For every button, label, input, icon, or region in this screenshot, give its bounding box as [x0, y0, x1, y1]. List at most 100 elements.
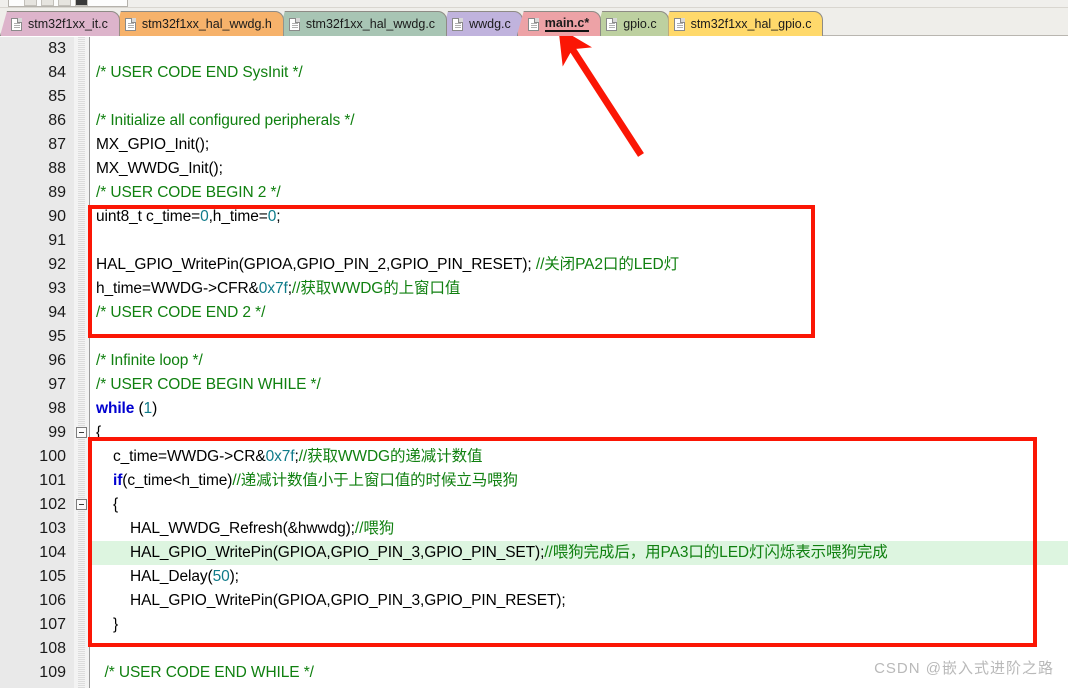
code-line[interactable]: 83: [0, 37, 1068, 61]
line-number: 85: [48, 88, 66, 105]
line-number: 103: [39, 520, 66, 537]
code-line-text: {: [113, 496, 119, 513]
code-line[interactable]: 95: [0, 325, 1068, 349]
code-line[interactable]: 102 {: [0, 493, 1068, 517]
line-number: 98: [48, 400, 66, 417]
document-icon: [606, 17, 618, 31]
code-line-text: /* USER CODE END SysInit */: [96, 64, 303, 81]
editor-tab-stm32f1xx-hal-wwdg-h[interactable]: stm32f1xx_hal_wwdg.h: [113, 11, 284, 36]
code-line[interactable]: 91: [0, 229, 1068, 253]
code-line-text: /* USER CODE BEGIN 2 */: [96, 184, 281, 201]
tab-label: gpio.c: [623, 17, 657, 31]
code-line[interactable]: 101 if(c_time<h_time)//递减计数值小于上窗口值的时候立马喂狗: [0, 469, 1068, 493]
line-number: 108: [39, 640, 66, 657]
code-line[interactable]: 84 /* USER CODE END SysInit */: [0, 61, 1068, 85]
code-line[interactable]: 97 /* USER CODE BEGIN WHILE */: [0, 373, 1068, 397]
code-editor-window: stm32f1xx_it.c stm32f1xx_hal_wwdg.h stm32f…: [0, 0, 1068, 688]
editor-tab-stm32f1xx-it-c[interactable]: stm32f1xx_it.c: [0, 11, 120, 36]
code-line[interactable]: 103 HAL_WWDG_Refresh(&hwwdg);//喂狗: [0, 517, 1068, 541]
code-line[interactable]: 104 HAL_GPIO_WritePin(GPIOA,GPIO_PIN_3,GP…: [0, 541, 1068, 565]
document-icon: [673, 17, 685, 31]
code-line[interactable]: 88 MX_WWDG_Init();: [0, 157, 1068, 181]
line-number: 109: [39, 664, 66, 681]
tab-list: stm32f1xx_it.c stm32f1xx_hal_wwdg.h stm32f…: [0, 8, 824, 36]
code-line[interactable]: 90 uint8_t c_time=0,h_time=0;: [0, 205, 1068, 229]
editor-tab-stm32f1xx-hal-wwdg-c[interactable]: stm32f1xx_hal_wwdg.c: [277, 11, 448, 36]
editor-tab-bar: stm32f1xx_it.c stm32f1xx_hal_wwdg.h stm32f…: [0, 8, 1068, 36]
editor-tab-gpio-c[interactable]: gpio.c: [595, 11, 669, 36]
line-number: 84: [48, 64, 66, 81]
code-line-text: h_time=WWDG->CFR&0x7f;//获取WWDG的上窗口值: [96, 280, 461, 297]
code-line[interactable]: 99 {: [0, 421, 1068, 445]
tab-label: stm32f1xx_hal_gpio.c: [690, 17, 812, 31]
code-line[interactable]: 106 HAL_GPIO_WritePin(GPIOA,GPIO_PIN_3,GP…: [0, 589, 1068, 613]
code-line[interactable]: 96 /* Infinite loop */: [0, 349, 1068, 373]
line-number: 101: [39, 472, 66, 489]
code-line-text: uint8_t c_time=0,h_time=0;: [96, 208, 281, 225]
line-number: 94: [48, 304, 66, 321]
code-line-text: MX_GPIO_Init();: [96, 136, 210, 153]
tab-label: stm32f1xx_it.c: [28, 17, 108, 31]
code-line-text: }: [113, 616, 119, 633]
tab-label: main.c*: [544, 16, 590, 32]
code-line[interactable]: 94 /* USER CODE END 2 */: [0, 301, 1068, 325]
line-number: 92: [48, 256, 66, 273]
line-number: 104: [39, 544, 66, 561]
code-line[interactable]: 92 HAL_GPIO_WritePin(GPIOA,GPIO_PIN_2,GPI…: [0, 253, 1068, 277]
line-number: 102: [39, 496, 66, 513]
document-icon: [124, 17, 136, 31]
code-line[interactable]: 85: [0, 85, 1068, 109]
code-line-text: if(c_time<h_time)//递减计数值小于上窗口值的时候立马喂狗: [113, 472, 518, 489]
document-icon: [527, 17, 539, 31]
line-number: 89: [48, 184, 66, 201]
line-number: 90: [48, 208, 66, 225]
line-number: 87: [48, 136, 66, 153]
code-line[interactable]: 93 h_time=WWDG->CFR&0x7f;//获取WWDG的上窗口值: [0, 277, 1068, 301]
code-line-text: /* USER CODE BEGIN WHILE */: [96, 376, 321, 393]
line-number: 88: [48, 160, 66, 177]
code-line-text: c_time=WWDG->CR&0x7f;//获取WWDG的递减计数值: [113, 448, 483, 465]
line-number: 86: [48, 112, 66, 129]
line-number: 106: [39, 592, 66, 609]
code-line-text: /* USER CODE END WHILE */: [104, 664, 314, 681]
toolbar-button-2[interactable]: [41, 0, 54, 6]
code-line-text: HAL_GPIO_WritePin(GPIOA,GPIO_PIN_2,GPIO_…: [96, 256, 679, 273]
line-number: 107: [39, 616, 66, 633]
code-line[interactable]: 100 c_time=WWDG->CR&0x7f;//获取WWDG的递减计数值: [0, 445, 1068, 469]
document-icon: [11, 17, 22, 31]
editor-tab-wwdg-c[interactable]: wwdg.c: [441, 11, 523, 36]
code-line-text: /* USER CODE END 2 */: [96, 304, 266, 321]
code-line-text: while (1): [96, 400, 158, 417]
tab-label: wwdg.c: [469, 17, 511, 31]
toolbar-button-1[interactable]: [24, 0, 37, 6]
toolbar-buttons-group[interactable]: [24, 0, 96, 6]
line-number: 93: [48, 280, 66, 297]
tab-label: stm32f1xx_hal_wwdg.h: [141, 17, 272, 31]
line-number: 97: [48, 376, 66, 393]
code-line[interactable]: 86 /* Initialize all configured periphera…: [0, 109, 1068, 133]
code-line-text: HAL_Delay(50);: [130, 568, 239, 585]
document-icon: [452, 17, 464, 31]
csdn-watermark: CSDN @嵌入式进阶之路: [874, 660, 1054, 677]
code-line[interactable]: 107}: [0, 613, 1068, 637]
fold-collapse-icon[interactable]: [76, 499, 87, 510]
code-line[interactable]: 98 while (1): [0, 397, 1068, 421]
toolbar-button-4[interactable]: [75, 0, 88, 6]
code-line[interactable]: 89 /* USER CODE BEGIN 2 */: [0, 181, 1068, 205]
line-number: 105: [39, 568, 66, 585]
editor-tab-main-c-[interactable]: main.c*: [516, 11, 602, 36]
fold-collapse-icon[interactable]: [76, 427, 87, 438]
toolbar-strip: [0, 0, 1068, 8]
code-line-text: {: [96, 424, 102, 441]
toolbar-button-3[interactable]: [58, 0, 71, 6]
code-line[interactable]: 87 MX_GPIO_Init();: [0, 133, 1068, 157]
code-line-text: HAL_GPIO_WritePin(GPIOA,GPIO_PIN_3,GPIO_…: [130, 592, 566, 609]
editor-tab-stm32f1xx-hal-gpio-c[interactable]: stm32f1xx_hal_gpio.c: [662, 11, 824, 36]
line-number: 100: [39, 448, 66, 465]
line-number: 91: [48, 232, 66, 249]
code-editor-area[interactable]: 83 84 /* USER CODE END SysInit */ 85 86 /* In…: [0, 37, 1068, 688]
code-lines-container[interactable]: 83 84 /* USER CODE END SysInit */ 85 86 /* In…: [0, 37, 1068, 688]
line-number: 95: [48, 328, 66, 345]
document-icon: [288, 17, 300, 31]
code-line[interactable]: 105 HAL_Delay(50);: [0, 565, 1068, 589]
